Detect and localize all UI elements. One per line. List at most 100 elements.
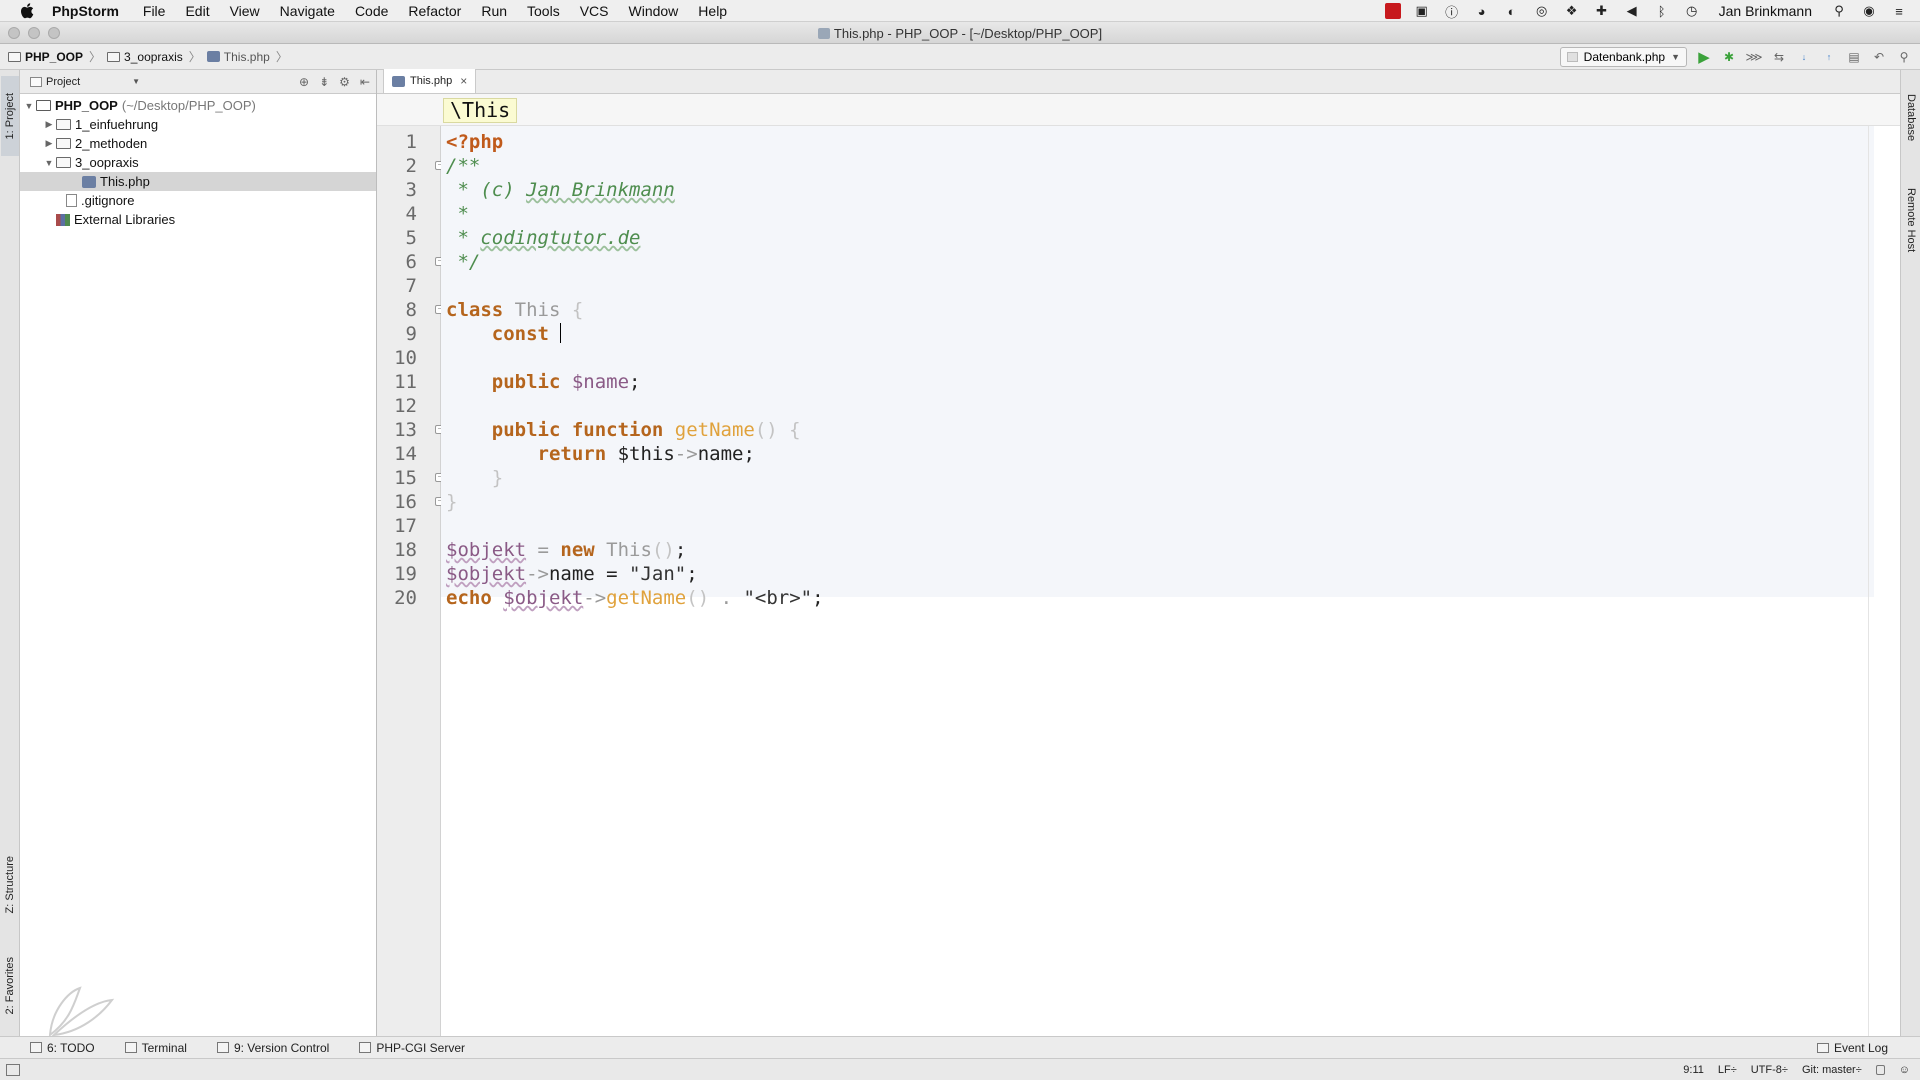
tree-item-folder[interactable]: ▶ 2_methoden	[20, 134, 376, 153]
caret-position[interactable]: 9:11	[1683, 1064, 1704, 1076]
coverage-icon[interactable]: ⋙	[1745, 49, 1762, 65]
remote-host-tool-tab[interactable]: Remote Host	[1902, 170, 1920, 270]
run-configuration-select[interactable]: Datenbank.php ▼	[1559, 47, 1687, 67]
menu-tools[interactable]: Tools	[517, 3, 570, 19]
tree-item-file-selected[interactable]: This.php	[20, 172, 376, 191]
menu-refactor[interactable]: Refactor	[398, 3, 471, 19]
event-log-tool-tab[interactable]: Event Log	[1816, 1041, 1888, 1055]
menubar-user[interactable]: Jan Brinkmann	[1719, 3, 1812, 19]
settings-gear-icon[interactable]: ⚙	[339, 75, 350, 89]
git-branch[interactable]: Git: master÷	[1802, 1064, 1862, 1076]
project-tool-tab[interactable]: 1: Project	[1, 76, 19, 156]
creative-cloud-icon[interactable]: ◎	[1533, 3, 1551, 19]
bluetooth-icon[interactable]: ᛒ	[1653, 3, 1671, 19]
breadcrumb-separator: 〉	[188, 50, 201, 64]
menu-file[interactable]: File	[133, 3, 176, 19]
tree-item-folder[interactable]: ▶ 1_einfuehrung	[20, 115, 376, 134]
tree-item-external-libraries[interactable]: External Libraries	[20, 210, 376, 229]
php-file-icon	[206, 51, 220, 62]
leaf-icon[interactable]: ◐	[1503, 3, 1521, 19]
vcs-commit-icon[interactable]: ↑	[1821, 49, 1837, 65]
recording-icon[interactable]	[1384, 3, 1401, 19]
vcs-compare-icon[interactable]: ▤	[1846, 49, 1862, 65]
collapse-all-icon[interactable]: ⇟	[319, 75, 329, 89]
bookmark-icon[interactable]: ▣	[1413, 3, 1431, 19]
scroll-from-source-icon[interactable]: ⊕	[299, 75, 309, 89]
plus-badge-icon[interactable]: ✚	[1593, 3, 1611, 19]
arrow-operator: ->	[526, 563, 549, 585]
line-separator[interactable]: LF÷	[1718, 1064, 1737, 1076]
phone-listen-icon[interactable]: ⇆	[1771, 49, 1787, 65]
dropbox-icon[interactable]: ❖	[1563, 3, 1581, 19]
class-name: This	[594, 539, 652, 561]
file-encoding[interactable]: UTF-8÷	[1751, 1064, 1788, 1076]
keyword: echo	[446, 587, 504, 609]
apple-icon[interactable]	[18, 2, 36, 20]
keyword: new	[560, 539, 595, 561]
expanded-arrow-icon[interactable]: ▼	[22, 101, 36, 111]
vcs-update-icon[interactable]: ↓	[1796, 49, 1812, 65]
keyword: public	[446, 371, 572, 393]
close-tab-icon[interactable]: ×	[460, 74, 467, 88]
status-bar: 9:11 LF÷ UTF-8÷ Git: master÷ ☺	[0, 1058, 1920, 1080]
menu-view[interactable]: View	[220, 3, 270, 19]
bottom-tool-bar: 6: TODO Terminal 9: Version Control PHP-…	[0, 1036, 1920, 1058]
line-number: 9	[405, 323, 417, 345]
database-tool-tab[interactable]: Database	[1902, 78, 1920, 158]
search-everywhere-icon[interactable]: ⚲	[1896, 49, 1912, 65]
tree-item-root[interactable]: ▼ PHP_OOP (~/Desktop/PHP_OOP)	[20, 96, 376, 115]
hector-icon[interactable]: ☺	[1899, 1064, 1910, 1076]
left-tool-strip: 1: Project Z: Structure 2: Favorites	[0, 70, 20, 1036]
toggle-tool-windows-icon[interactable]	[6, 1063, 20, 1076]
tree-item-folder[interactable]: ▼ 3_oopraxis	[20, 153, 376, 172]
breadcrumb: PHP_OOP 〉 3_oopraxis 〉 This.php 〉	[8, 48, 294, 65]
hide-panel-icon[interactable]: ⇤	[360, 75, 370, 89]
terminal-tool-tab[interactable]: Terminal	[124, 1041, 187, 1055]
run-icon[interactable]: ▶	[1696, 49, 1712, 66]
tree-item-label: External Libraries	[74, 212, 176, 227]
terminal-icon	[124, 1042, 137, 1053]
collapsed-arrow-icon[interactable]: ▶	[42, 138, 56, 149]
spotlight-search-icon[interactable]: ⚲	[1830, 3, 1848, 19]
app-menu[interactable]: PhpStorm	[52, 3, 133, 19]
todo-tool-tab[interactable]: 6: TODO	[30, 1041, 95, 1055]
breadcrumb-file[interactable]: This.php	[206, 50, 270, 64]
menu-edit[interactable]: Edit	[175, 3, 219, 19]
notification-center-icon[interactable]: ≡	[1890, 3, 1908, 19]
time-machine-icon[interactable]: ◷	[1683, 3, 1701, 19]
info-icon[interactable]: ⓘ	[1443, 3, 1461, 20]
menu-vcs[interactable]: VCS	[570, 3, 619, 19]
evernote-icon[interactable]: ◕	[1473, 3, 1491, 19]
version-control-tool-tab[interactable]: 9: Version Control	[216, 1041, 329, 1055]
menu-navigate[interactable]: Navigate	[270, 3, 345, 19]
siri-icon[interactable]: ◉	[1860, 3, 1878, 19]
folder-icon	[56, 119, 71, 130]
debug-icon[interactable]: ✱	[1721, 49, 1737, 65]
chevron-down-icon: ▼	[132, 77, 140, 86]
breadcrumb-project[interactable]: PHP_OOP	[8, 50, 83, 64]
todo-icon	[30, 1042, 42, 1053]
menu-run[interactable]: Run	[471, 3, 517, 19]
project-panel: Project ▼ ⊕ ⇟ ⚙ ⇤ ▼ PHP_OOP (~/Desktop/PH…	[20, 70, 377, 1036]
collapsed-arrow-icon[interactable]: ▶	[42, 119, 56, 130]
menu-help[interactable]: Help	[688, 3, 737, 19]
menu-window[interactable]: Window	[619, 3, 689, 19]
project-view-select[interactable]: Project ▼	[30, 76, 140, 88]
php-cgi-server-tool-tab[interactable]: PHP-CGI Server	[359, 1041, 465, 1055]
semicolon: ;	[686, 563, 698, 585]
breadcrumb-folder[interactable]: 3_oopraxis	[107, 50, 183, 64]
code-editor: This.php × \This 1 2 3 4 5 6 7 8 9 10 11…	[377, 69, 1900, 1036]
expanded-arrow-icon[interactable]: ▼	[42, 158, 56, 168]
folder-icon	[56, 157, 71, 168]
editor-tab-active[interactable]: This.php ×	[383, 69, 477, 93]
run-configuration-label: Datenbank.php	[1583, 50, 1666, 64]
lock-icon[interactable]	[1875, 1064, 1885, 1075]
semicolon: ;	[812, 587, 824, 609]
favorites-tool-tab[interactable]: 2: Favorites	[1, 940, 19, 1032]
volume-icon[interactable]: ◀	[1623, 3, 1641, 19]
tree-item-file[interactable]: .gitignore	[20, 191, 376, 210]
code-text-area[interactable]: <?php /** * (c) Jan Brinkmann * * coding…	[441, 126, 1874, 1036]
structure-tool-tab[interactable]: Z: Structure	[1, 840, 19, 930]
menu-code[interactable]: Code	[345, 3, 398, 19]
revert-icon[interactable]: ↶	[1871, 49, 1887, 65]
